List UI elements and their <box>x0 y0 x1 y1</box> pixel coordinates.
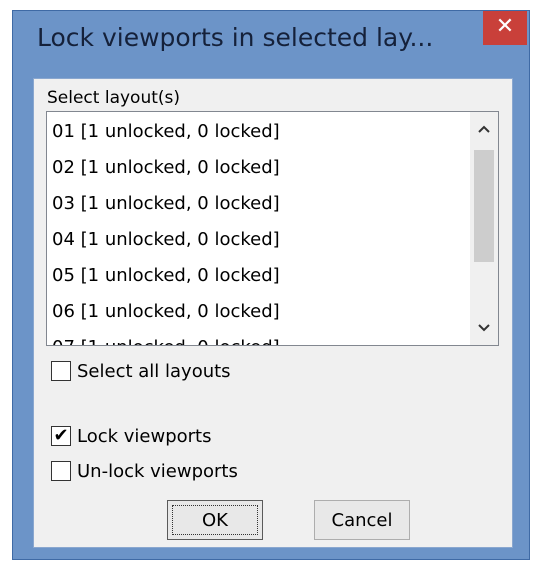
close-icon: ✕ <box>495 14 515 39</box>
scroll-down-button[interactable] <box>470 313 498 343</box>
unlock-viewports-checkbox[interactable] <box>51 461 71 481</box>
layout-listbox[interactable]: 01 [1 unlocked, 0 locked] 02 [1 unlocked… <box>46 111 499 346</box>
title-bar[interactable]: Lock viewports in selected lay... ✕ <box>13 11 529 71</box>
cancel-label: Cancel <box>331 509 393 531</box>
checkmark-icon: ✔ <box>53 425 69 446</box>
cancel-button[interactable]: Cancel <box>314 500 410 540</box>
dialog-body: Select layout(s) 01 [1 unlocked, 0 locke… <box>33 78 513 548</box>
scroll-up-button[interactable] <box>470 114 498 144</box>
layout-list-label: Select layout(s) <box>47 88 181 108</box>
focus-rectangle <box>172 505 258 535</box>
list-item[interactable]: 03 [1 unlocked, 0 locked] <box>47 186 470 222</box>
list-item[interactable]: 02 [1 unlocked, 0 locked] <box>47 150 470 186</box>
list-scrollbar[interactable] <box>470 112 498 345</box>
select-all-checkbox[interactable] <box>51 361 71 381</box>
close-button[interactable]: ✕ <box>483 11 527 45</box>
chevron-down-icon <box>478 324 490 332</box>
scroll-thumb[interactable] <box>474 150 494 262</box>
list-item[interactable]: 05 [1 unlocked, 0 locked] <box>47 258 470 294</box>
ok-button[interactable]: OK <box>167 500 263 540</box>
unlock-viewports-row[interactable]: Un-lock viewports <box>51 458 238 484</box>
select-all-label: Select all layouts <box>77 360 231 382</box>
list-item[interactable]: 01 [1 unlocked, 0 locked] <box>47 114 470 150</box>
lock-viewports-row[interactable]: ✔ Lock viewports <box>51 423 212 449</box>
dialog-title: Lock viewports in selected lay... <box>37 23 434 52</box>
lock-viewports-checkbox[interactable]: ✔ <box>51 426 71 446</box>
dialog-window: Lock viewports in selected lay... ✕ Sele… <box>12 10 530 560</box>
lock-viewports-label: Lock viewports <box>77 425 212 447</box>
chevron-up-icon <box>478 125 490 133</box>
select-all-row[interactable]: Select all layouts <box>51 358 231 384</box>
list-item[interactable]: 07 [1 unlocked, 0 locked] <box>47 330 470 345</box>
list-item[interactable]: 06 [1 unlocked, 0 locked] <box>47 294 470 330</box>
list-item[interactable]: 04 [1 unlocked, 0 locked] <box>47 222 470 258</box>
unlock-viewports-label: Un-lock viewports <box>77 460 238 482</box>
layout-list: 01 [1 unlocked, 0 locked] 02 [1 unlocked… <box>47 112 470 345</box>
